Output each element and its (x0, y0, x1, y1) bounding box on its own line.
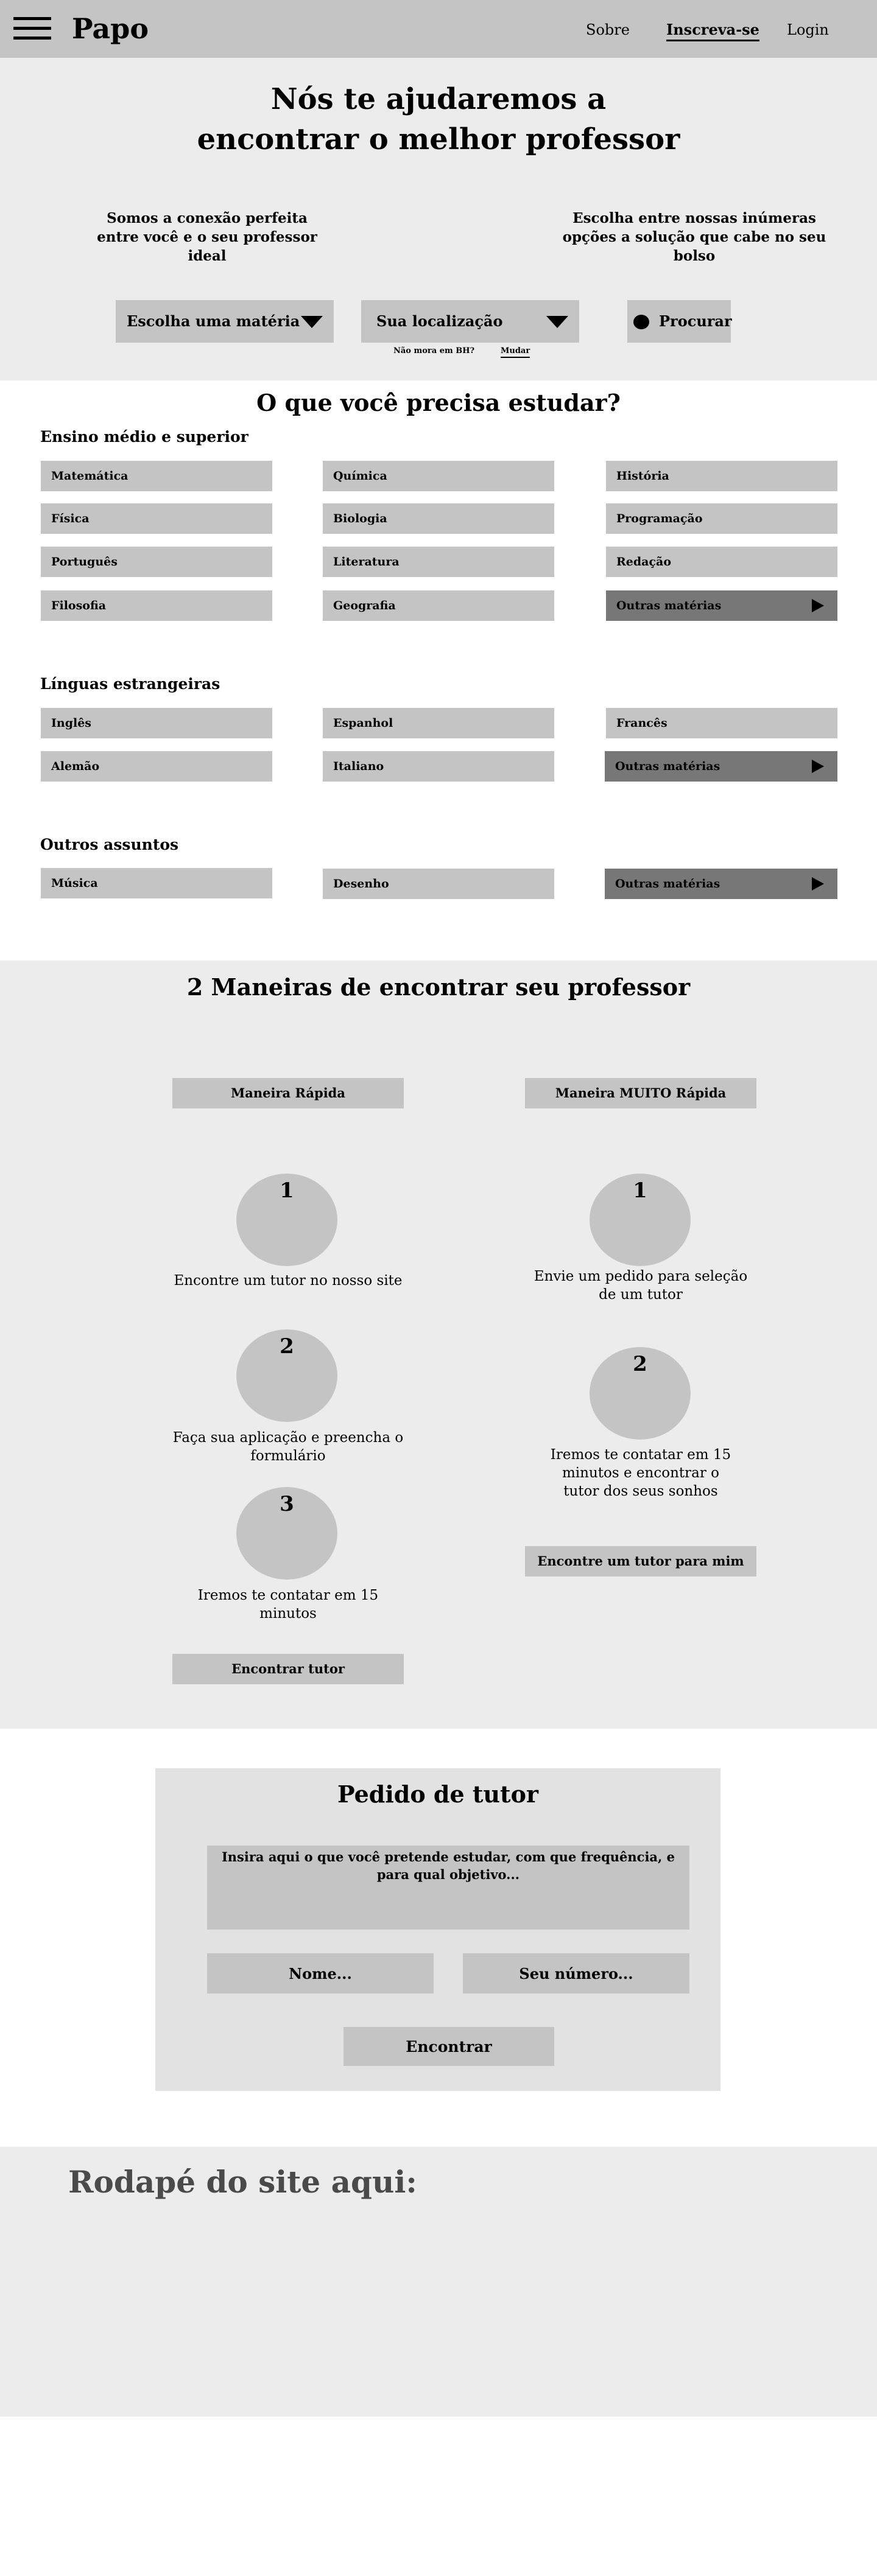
hero-right-text: Escolha entre nossas inúmeras opções a s… (562, 210, 826, 264)
step-circle: 1 (590, 1174, 691, 1266)
location-select[interactable]: Sua localização (361, 300, 579, 343)
more-subjects-button[interactable]: Outras matérias (606, 590, 837, 621)
form-title: Pedido de tutor (337, 1780, 538, 1808)
subject-chip[interactable]: Espanhol (323, 708, 554, 738)
change-location-link[interactable]: Mudar (501, 346, 530, 358)
step-circle: 2 (590, 1347, 691, 1440)
nav-link-sobre[interactable]: Sobre (586, 21, 630, 39)
site-logo[interactable]: Papo (72, 11, 149, 46)
dropdown-arrow-icon (301, 316, 323, 328)
subjects-title: O que você precisa estudar? (256, 389, 621, 416)
step-text: Iremos te contatar em 15 minutos e encon… (550, 1447, 731, 1499)
subject-chip[interactable]: Português (41, 547, 272, 577)
subject-chip[interactable]: Francês (606, 708, 837, 738)
step-text: Faça sua aplicação e preencha o formulár… (172, 1430, 404, 1464)
name-input[interactable] (207, 1953, 434, 1993)
step-text: Iremos te contatar em 15 minutos (197, 1587, 379, 1622)
find-tutor-button[interactable]: Encontrar tutor (172, 1654, 404, 1684)
step-text: Envie um pedido para seleção de um tutor (534, 1269, 748, 1303)
subject-chip[interactable]: Música (41, 868, 272, 898)
find-tutor-for-me-button[interactable]: Encontre um tutor para mim (525, 1546, 756, 1577)
ways-title: 2 Maneiras de encontrar seu professor (186, 973, 691, 1001)
more-subjects-button[interactable]: Outras matérias (605, 869, 837, 899)
play-arrow-icon (812, 760, 824, 773)
more-subjects-button[interactable]: Outras matérias (605, 751, 837, 782)
subject-chip[interactable]: Biologia (323, 503, 554, 534)
subject-chip[interactable]: Programação (606, 503, 837, 534)
search-button-label: Procurar (659, 312, 732, 330)
hero-title: Nós te ajudaremos a encontrar o melhor p… (197, 82, 680, 156)
subject-chip[interactable]: História (606, 461, 837, 491)
step-text: Encontre um tutor no nosso site (174, 1273, 403, 1289)
group-title-linguas: Línguas estrangeiras (40, 675, 220, 693)
nav-link-inscreva-se[interactable]: Inscreva-se (666, 21, 759, 41)
phone-input[interactable] (463, 1953, 689, 1993)
subject-chip[interactable]: Filosofia (41, 590, 272, 621)
step-circle: 3 (236, 1487, 337, 1580)
nav-link-login[interactable]: Login (787, 21, 829, 39)
subject-chip[interactable]: Desenho (323, 869, 554, 899)
subject-chip[interactable]: Italiano (323, 751, 554, 782)
subject-chip[interactable]: Física (41, 503, 272, 534)
fast-way-heading: Maneira Rápida (172, 1078, 404, 1108)
group-title-outros: Outros assuntos (40, 836, 179, 853)
location-select-label: Sua localização (376, 312, 503, 330)
more-subjects-label: Outras matérias (615, 877, 720, 891)
subject-chip[interactable]: Redação (606, 547, 837, 577)
group-title-ensino: Ensino médio e superior (40, 428, 248, 446)
very-fast-way-heading: Maneira MUITO Rápida (525, 1078, 756, 1108)
more-subjects-label: Outras matérias (615, 760, 720, 773)
footer-text: Rodapé do site aqui: (68, 2164, 417, 2200)
step-circle: 1 (236, 1174, 337, 1266)
hero-left-text: Somos a conexão perfeita entre você e o … (97, 210, 317, 264)
hamburger-menu-icon[interactable] (13, 17, 51, 40)
subject-chip[interactable]: Geografia (323, 590, 554, 621)
submit-request-button[interactable]: Encontrar (343, 2027, 554, 2066)
location-note: Não mora em BH? (393, 346, 475, 355)
subject-select-label: Escolha uma matéria (127, 312, 300, 330)
subject-chip[interactable]: Inglês (41, 708, 272, 738)
search-icon (633, 315, 649, 329)
play-arrow-icon (812, 599, 824, 612)
ways-section (0, 961, 877, 1729)
subject-select[interactable]: Escolha uma matéria (116, 300, 334, 343)
subject-chip[interactable]: Matemática (41, 461, 272, 491)
subject-chip[interactable]: Química (323, 461, 554, 491)
more-subjects-label: Outras matérias (616, 599, 722, 612)
search-button[interactable]: Procurar (627, 300, 732, 343)
study-details-textarea[interactable] (207, 1846, 689, 1930)
dropdown-arrow-icon (546, 316, 568, 328)
step-circle: 2 (236, 1329, 337, 1422)
subject-chip[interactable]: Alemão (41, 751, 272, 782)
play-arrow-icon (812, 877, 824, 891)
subject-chip[interactable]: Literatura (323, 547, 554, 577)
